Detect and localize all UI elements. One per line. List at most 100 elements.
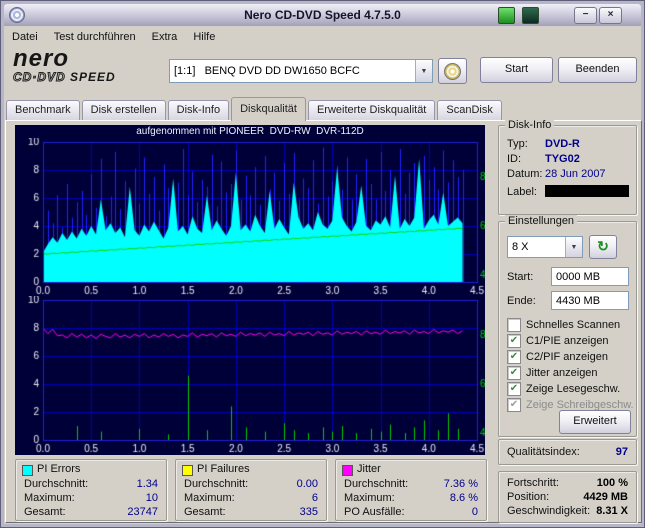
speed-select-arrow[interactable]: ▼ bbox=[565, 237, 582, 257]
checkbox-c1-pie-anzeigen[interactable]: ✔ C1/PIE anzeigen bbox=[507, 334, 609, 348]
checkbox-jitter-anzeigen[interactable]: ✔ Jitter anzeigen bbox=[507, 366, 598, 380]
menu-item-hilfe[interactable]: Hilfe bbox=[185, 28, 223, 46]
checkbox-box: ✔ bbox=[507, 350, 521, 364]
checkbox-schnelles-scannen[interactable]: ✔ Schnelles Scannen bbox=[507, 318, 620, 332]
checkbox-zeige-lesegeschw[interactable]: ✔ Zeige Lesegeschw. bbox=[507, 382, 620, 396]
checkbox-label: Jitter anzeigen bbox=[526, 367, 598, 379]
jitter-color-swatch bbox=[342, 465, 353, 476]
progress-group: Fortschritt: 100 % Position: 4429 MB Ges… bbox=[498, 471, 637, 523]
checkbox-box: ✔ bbox=[507, 318, 521, 332]
checkbox-box: ✔ bbox=[507, 398, 521, 412]
drive-select[interactable]: [1:1] BENQ DVD DD DW1650 BCFC ▼ bbox=[169, 59, 433, 83]
pi-errors-title: PI Errors bbox=[37, 463, 81, 475]
end-mb-label: Ende: bbox=[507, 295, 536, 307]
logo-speed-text: SPEED bbox=[70, 70, 116, 84]
pif-chart-canvas bbox=[15, 296, 485, 454]
stat-value: 0.00 bbox=[296, 478, 318, 490]
check-icon: ✔ bbox=[509, 383, 519, 394]
app-window: Nero CD-DVD Speed 4.7.5.0 − × Datei Test… bbox=[0, 0, 645, 528]
disc-date-label: Datum: bbox=[507, 168, 543, 180]
titlebar-extra-icon-2[interactable] bbox=[522, 7, 539, 24]
disc-label-label: Label: bbox=[507, 186, 537, 198]
media-info-button[interactable] bbox=[438, 58, 467, 84]
menu-bar: Datei Test durchführen Extra Hilfe bbox=[4, 27, 641, 47]
check-icon: ✔ bbox=[509, 335, 519, 346]
pi-failures-title: PI Failures bbox=[197, 463, 250, 475]
stat-value: 335 bbox=[299, 506, 318, 518]
chart-caption: aufgenommen mit PIONEER DVD-RW DVR-112D bbox=[136, 126, 364, 137]
tab-erweiterte-diskqualitaet[interactable]: Erweiterte Diskqualität bbox=[307, 100, 436, 120]
speed-select[interactable]: 8 X ▼ bbox=[507, 236, 583, 258]
stat-value: 0 bbox=[471, 506, 478, 518]
menu-item-datei[interactable]: Datei bbox=[4, 28, 46, 46]
disc-date-value: 28 Jun 2007 bbox=[545, 168, 606, 180]
quality-group: Qualitätsindex: 97 bbox=[498, 439, 637, 465]
drive-select-value: [1:1] BENQ DVD DD DW1650 BCFC bbox=[174, 65, 360, 77]
stat-value: 1.34 bbox=[136, 478, 158, 490]
pie-chart-canvas bbox=[15, 138, 485, 296]
chevron-down-icon: ▼ bbox=[570, 243, 578, 251]
pi-failures-color-swatch bbox=[182, 465, 193, 476]
disk-info-group: Disk-Info Typ: DVD-R ID: TYG02 Datum: 28… bbox=[498, 119, 637, 215]
stat-label: Durchschnitt: bbox=[24, 478, 89, 490]
title-bar[interactable]: Nero CD-DVD Speed 4.7.5.0 − × bbox=[4, 4, 641, 26]
checkbox-label: C1/PIE anzeigen bbox=[526, 335, 609, 347]
stat-value: 23747 bbox=[127, 506, 158, 518]
stat-value: 10 bbox=[145, 492, 158, 504]
stat-label: Durchschnitt: bbox=[184, 478, 249, 490]
minimize-button[interactable]: − bbox=[574, 7, 597, 24]
position-value: 4429 MB bbox=[583, 491, 628, 503]
tab-strip: Benchmark Disk erstellen Disk-Info Diskq… bbox=[6, 97, 502, 121]
disc-id-label: ID: bbox=[507, 153, 522, 165]
advanced-button[interactable]: Erweitert bbox=[559, 410, 631, 434]
tab-disk-info[interactable]: Disk-Info bbox=[167, 100, 230, 120]
disc-label-value bbox=[545, 185, 629, 197]
checkbox-box: ✔ bbox=[507, 366, 521, 380]
stat-label: Durchschnitt: bbox=[344, 478, 409, 490]
jitter-panel: Jitter Durchschnitt: 7.36 % Maximum: 8.6… bbox=[335, 459, 487, 521]
checkbox-c2-pif-anzeigen[interactable]: ✔ C2/PIF anzeigen bbox=[507, 350, 608, 364]
menu-item-extra[interactable]: Extra bbox=[144, 28, 186, 46]
tab-benchmark[interactable]: Benchmark bbox=[6, 100, 80, 120]
disc-icon bbox=[444, 63, 461, 80]
quality-index-value: 97 bbox=[615, 446, 628, 458]
progress-value: 100 % bbox=[596, 477, 628, 489]
tab-scandisk[interactable]: ScanDisk bbox=[437, 100, 502, 120]
start-mb-input[interactable] bbox=[551, 267, 629, 286]
stat-label: Maximum: bbox=[184, 492, 235, 504]
settings-group-title: Einstellungen bbox=[505, 215, 578, 227]
checkbox-box: ✔ bbox=[507, 334, 521, 348]
end-mb-input[interactable] bbox=[551, 291, 629, 310]
refresh-icon: ↻ bbox=[597, 238, 609, 254]
check-icon: ✔ bbox=[509, 399, 519, 410]
checkbox-label: Zeige Lesegeschw. bbox=[526, 383, 621, 395]
pi-errors-color-swatch bbox=[22, 465, 33, 476]
tab-disk-erstellen[interactable]: Disk erstellen bbox=[81, 100, 166, 120]
stat-value: 7.36 % bbox=[443, 478, 478, 490]
titlebar-extra-icon-1[interactable] bbox=[498, 7, 515, 24]
disk-info-group-title: Disk-Info bbox=[505, 119, 555, 131]
refresh-button[interactable]: ↻ bbox=[589, 235, 617, 259]
speed-value: 8.31 X bbox=[596, 505, 628, 517]
pi-errors-panel: PI Errors Durchschnitt: 1.34 Maximum: 10… bbox=[15, 459, 167, 521]
check-icon: ✔ bbox=[509, 367, 519, 378]
speed-select-value: 8 X bbox=[512, 241, 529, 253]
window-title: Nero CD-DVD Speed 4.7.5.0 bbox=[244, 8, 401, 22]
checkbox-label: C2/PIF anzeigen bbox=[526, 351, 608, 363]
settings-group: Einstellungen 8 X ▼ ↻ Start: Ende: ✔ Sch… bbox=[498, 215, 637, 437]
stat-label: Gesamt: bbox=[24, 506, 66, 518]
checkbox-box: ✔ bbox=[507, 382, 521, 396]
quality-index-label: Qualitätsindex: bbox=[507, 446, 580, 458]
tab-diskqualitaet[interactable]: Diskqualität bbox=[231, 97, 306, 121]
nero-logo: nero CD·DVD SPEED bbox=[13, 47, 158, 92]
checkbox-label: Schnelles Scannen bbox=[526, 319, 621, 331]
start-button[interactable]: Start bbox=[480, 57, 553, 83]
quit-button[interactable]: Beenden bbox=[558, 57, 637, 83]
menu-item-test-durchfuehren[interactable]: Test durchführen bbox=[46, 28, 144, 46]
stat-value: 8.6 % bbox=[449, 492, 478, 504]
stat-label: Gesamt: bbox=[184, 506, 226, 518]
logo-cddvd-text: CD·DVD bbox=[13, 70, 66, 85]
drive-select-arrow[interactable]: ▼ bbox=[415, 60, 432, 82]
progress-label: Fortschritt: bbox=[507, 477, 559, 489]
close-button[interactable]: × bbox=[599, 7, 622, 24]
